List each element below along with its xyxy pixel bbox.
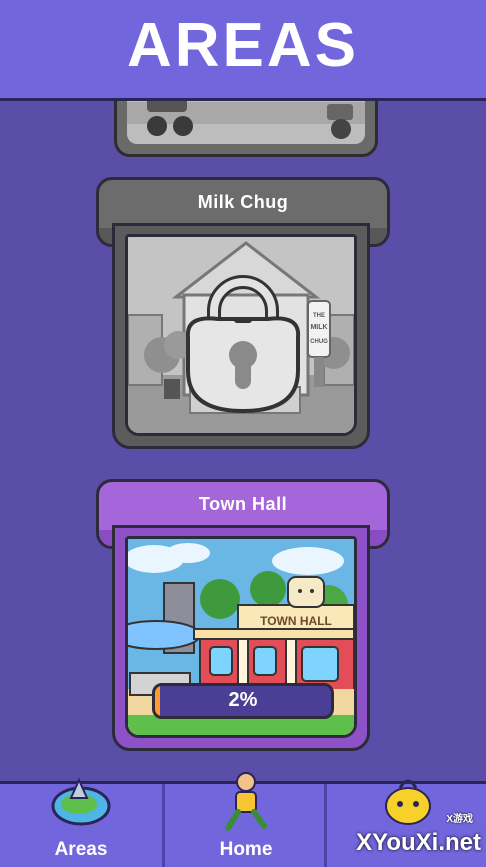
- town-hall-sign: TOWN HALL: [260, 614, 332, 628]
- bottom-nav: Areas Home X游戏 XYouXi.net: [0, 772, 486, 867]
- area-progress-bar: 2%: [152, 683, 334, 719]
- svg-text:MILK: MILK: [310, 324, 327, 331]
- runner-icon: [225, 772, 267, 831]
- svg-text:CHUG: CHUG: [310, 339, 328, 345]
- nav-item-areas[interactable]: Areas: [0, 777, 162, 867]
- area-image-partial: [127, 101, 365, 144]
- svg-text:THE: THE: [313, 313, 325, 319]
- nav-item-home[interactable]: Home: [162, 772, 327, 867]
- area-progress-label: 2%: [228, 689, 258, 711]
- page-title: AREAS: [126, 11, 360, 80]
- areas-list[interactable]: Milk Chug THE MILK CHUG Town Hall TOWN H…: [0, 101, 486, 781]
- area-card-partial[interactable]: [114, 101, 378, 157]
- watermark: XYouXi.net: [356, 829, 481, 856]
- watermark-small: X游戏: [446, 814, 473, 825]
- area-card-milk-chug[interactable]: Milk Chug THE MILK CHUG: [96, 177, 390, 457]
- nav-label: Areas: [54, 839, 108, 860]
- area-card-town-hall[interactable]: Town Hall TOWN HALL 2%: [96, 479, 390, 759]
- nav-label: Home: [219, 839, 273, 860]
- globe-icon: [51, 777, 111, 826]
- nav-item-third[interactable]: X游戏 XYouXi.net: [324, 779, 486, 867]
- lock-icon: [185, 275, 301, 414]
- area-image: THE MILK CHUG: [125, 234, 357, 436]
- area-frame: TOWN HALL 2%: [112, 525, 370, 751]
- header: AREAS: [0, 0, 486, 101]
- area-frame: THE MILK CHUG: [112, 223, 370, 449]
- area-image: TOWN HALL 2%: [125, 536, 357, 738]
- creature-icon: [385, 779, 431, 825]
- area-name: Town Hall: [198, 494, 288, 514]
- area-name: Milk Chug: [197, 192, 289, 212]
